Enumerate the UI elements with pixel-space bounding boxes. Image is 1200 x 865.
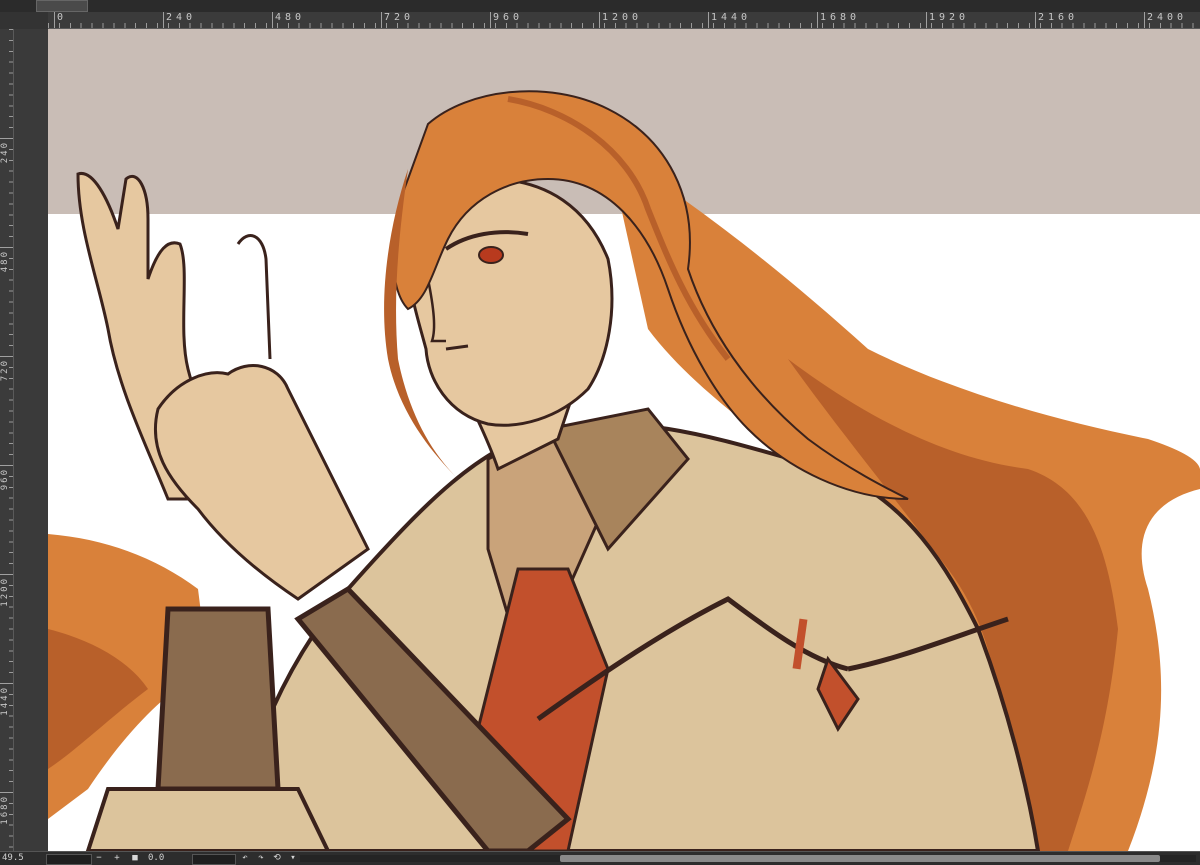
ruler-ticks — [48, 23, 1200, 28]
ruler-label: 240 — [166, 12, 197, 23]
ruler-label: 480 — [0, 250, 10, 273]
ruler-label: 1200 — [0, 577, 10, 607]
canvas-margin — [14, 29, 48, 851]
ruler-label: 720 — [384, 12, 415, 23]
sleeve-cuff-back — [155, 606, 281, 792]
rotation-readout: 0.0 — [148, 853, 165, 863]
ruler-major-tick — [817, 12, 818, 28]
ruler-major-tick — [0, 247, 13, 248]
ruler-major-tick — [0, 356, 13, 357]
eye-right — [478, 246, 504, 264]
rotate-left-button[interactable]: ↶ — [240, 853, 250, 864]
illustration — [48, 29, 1200, 851]
ruler-major-tick — [0, 683, 13, 684]
sleeve-back — [85, 787, 331, 851]
ruler-major-tick — [54, 12, 55, 28]
ruler-label: 1440 — [0, 686, 10, 716]
flip-button[interactable]: ▾ — [288, 853, 298, 864]
ruler-major-tick — [599, 12, 600, 28]
fit-to-window-button[interactable]: ■ — [130, 853, 140, 864]
ruler-major-tick — [272, 12, 273, 28]
rotate-right-button[interactable]: ↷ — [256, 853, 266, 864]
ruler-label: 1680 — [0, 795, 10, 825]
ruler-label: 1200 — [602, 12, 643, 23]
ruler-major-tick — [0, 138, 13, 139]
ruler-label: 1680 — [820, 12, 861, 23]
scrollbar-thumb[interactable] — [560, 855, 1160, 862]
ruler-major-tick — [708, 12, 709, 28]
ruler-label: 720 — [0, 359, 10, 382]
zoom-slider[interactable] — [46, 854, 92, 865]
ruler-label: 480 — [275, 12, 306, 23]
horizontal-ruler[interactable]: 0 240 480 720 960 1200 1440 1680 1920 2160 2400 — [48, 12, 1200, 29]
ruler-label: 2160 — [1038, 12, 1079, 23]
ruler-major-tick — [0, 792, 13, 793]
ruler-major-tick — [490, 12, 491, 28]
vertical-ruler[interactable]: 240 480 720 960 1200 1440 1680 — [0, 29, 14, 851]
reset-rotation-button[interactable]: ⟲ — [272, 853, 282, 864]
ruler-label: 240 — [0, 141, 10, 164]
ruler-label: 0 — [57, 12, 68, 23]
ruler-label: 960 — [0, 468, 10, 491]
zoom-out-button[interactable]: − — [94, 853, 104, 864]
ruler-label: 1440 — [711, 12, 752, 23]
window-top-strip — [0, 0, 1200, 12]
zoom-readout: 49.5 — [2, 853, 24, 863]
ruler-major-tick — [381, 12, 382, 28]
ruler-label: 1920 — [929, 12, 970, 23]
ruler-major-tick — [0, 465, 13, 466]
status-bar: 49.5 − + ■ 0.0 ↶ ↷ ⟲ ▾ — [0, 851, 1200, 865]
ruler-label: 2400 — [1147, 12, 1188, 23]
ruler-label: 960 — [493, 12, 524, 23]
ruler-major-tick — [163, 12, 164, 28]
zoom-in-button[interactable]: + — [112, 853, 122, 864]
horizontal-scrollbar[interactable] — [300, 855, 1196, 862]
ruler-major-tick — [0, 574, 13, 575]
drawing-canvas[interactable] — [48, 29, 1200, 851]
ruler-major-tick — [926, 12, 927, 28]
rotation-slider[interactable] — [192, 854, 236, 865]
document-tab[interactable] — [36, 0, 88, 12]
ruler-major-tick — [1144, 12, 1145, 28]
ruler-corner — [0, 12, 48, 29]
ruler-major-tick — [1035, 12, 1036, 28]
